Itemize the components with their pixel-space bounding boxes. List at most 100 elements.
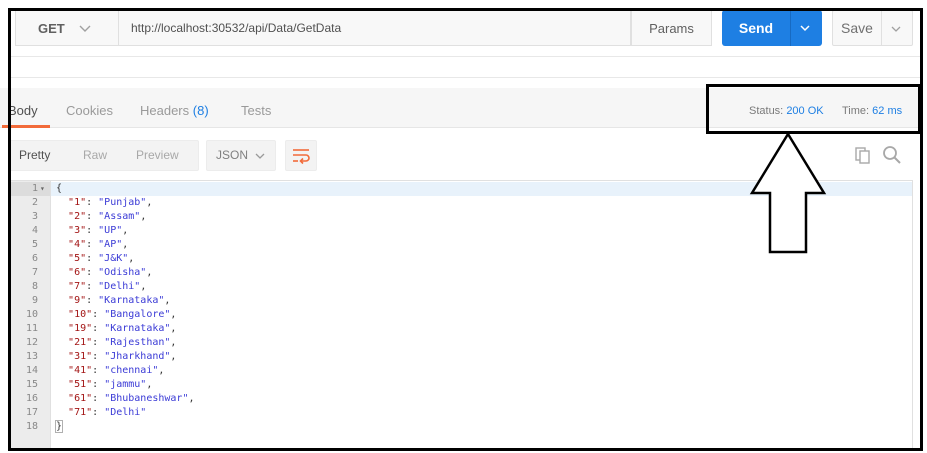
code-line: 8 "7": "Delhi", bbox=[11, 280, 911, 294]
json-key: "21" bbox=[68, 337, 93, 348]
json-value: "Karnataka" bbox=[104, 323, 171, 334]
preview-button[interactable]: Preview bbox=[136, 141, 179, 170]
status-value[interactable]: 200 OK bbox=[786, 105, 823, 117]
json-key: "5" bbox=[68, 253, 87, 264]
colon: : bbox=[86, 211, 99, 222]
comma: , bbox=[128, 253, 135, 264]
comma: , bbox=[170, 337, 177, 348]
comma: , bbox=[170, 351, 177, 362]
tab-cookies-label: Cookies bbox=[66, 103, 113, 118]
colon: : bbox=[86, 295, 99, 306]
comma: , bbox=[140, 211, 147, 222]
code-line: 15 "51": "jammu", bbox=[11, 378, 911, 392]
line-number: 7 bbox=[31, 267, 38, 278]
colon: : bbox=[92, 323, 105, 334]
code-text: "71": "Delhi" bbox=[56, 406, 146, 420]
json-key: "10" bbox=[68, 309, 93, 320]
search-icon[interactable] bbox=[882, 145, 902, 165]
params-button[interactable]: Params bbox=[631, 10, 712, 46]
method-select[interactable]: GET bbox=[15, 10, 119, 46]
json-value: "Karnataka" bbox=[98, 295, 165, 306]
tab-tests[interactable]: Tests bbox=[241, 88, 271, 128]
close-brace: } bbox=[54, 420, 64, 433]
json-key: "51" bbox=[68, 379, 93, 390]
chevron-down-icon[interactable] bbox=[799, 22, 811, 34]
code-text: "1": "Punjab", bbox=[56, 196, 152, 210]
line-number: 11 bbox=[25, 323, 38, 334]
comma: , bbox=[188, 393, 195, 404]
comma: , bbox=[146, 379, 153, 390]
comma: , bbox=[170, 309, 177, 320]
comma: , bbox=[158, 365, 165, 376]
raw-button[interactable]: Raw bbox=[83, 141, 107, 170]
json-key: "19" bbox=[68, 323, 93, 334]
json-value: "chennai" bbox=[104, 365, 159, 376]
pretty-button[interactable]: Pretty bbox=[19, 141, 50, 170]
chevron-down-icon[interactable] bbox=[890, 23, 902, 35]
fold-caret-icon[interactable]: ▾ bbox=[40, 182, 45, 196]
code-line: 11 "19": "Karnataka", bbox=[11, 322, 911, 336]
code-text: "41": "chennai", bbox=[56, 364, 164, 378]
language-label: JSON bbox=[216, 148, 249, 162]
line-number: 4 bbox=[31, 225, 38, 236]
json-value: "jammu" bbox=[104, 379, 147, 390]
line-number: 5 bbox=[31, 239, 38, 250]
code-text: "9": "Karnataka", bbox=[56, 294, 170, 308]
code-text: "5": "J&K", bbox=[56, 252, 134, 266]
json-key: "71" bbox=[68, 407, 93, 418]
time-readout: Time: 62 ms bbox=[842, 105, 902, 117]
json-key: "4" bbox=[68, 239, 87, 250]
json-value: "Assam" bbox=[98, 211, 141, 222]
colon: : bbox=[92, 393, 105, 404]
line-number: 9 bbox=[31, 295, 38, 306]
up-arrow-icon bbox=[749, 131, 827, 254]
json-key: "9" bbox=[68, 295, 87, 306]
comma: , bbox=[164, 295, 171, 306]
colon: : bbox=[86, 267, 99, 278]
code-text: "4": "AP", bbox=[56, 238, 128, 252]
divider bbox=[11, 77, 920, 78]
url-input[interactable]: http://localhost:30532/api/Data/GetData bbox=[119, 10, 631, 46]
copy-icon[interactable] bbox=[854, 146, 872, 164]
chevron-down-icon bbox=[79, 25, 91, 32]
json-value: "Bhubaneshwar" bbox=[104, 393, 189, 404]
json-key: "2" bbox=[68, 211, 87, 222]
json-key: "6" bbox=[68, 267, 87, 278]
code-line: 10 "10": "Bangalore", bbox=[11, 308, 911, 322]
code-text: } bbox=[54, 420, 64, 434]
json-value: "Delhi" bbox=[98, 281, 141, 292]
json-key: "7" bbox=[68, 281, 87, 292]
line-number: 16 bbox=[25, 393, 38, 404]
colon: : bbox=[86, 197, 99, 208]
code-text: "7": "Delhi", bbox=[56, 280, 146, 294]
send-button[interactable]: Send bbox=[722, 10, 822, 46]
code-text: { bbox=[56, 182, 62, 196]
tab-headers[interactable]: Headers (8) bbox=[140, 88, 209, 128]
line-number: 15 bbox=[25, 379, 38, 390]
language-select[interactable]: JSON bbox=[206, 140, 276, 171]
params-label: Params bbox=[649, 20, 694, 36]
time-value[interactable]: 62 ms bbox=[872, 105, 902, 117]
line-number: 2 bbox=[31, 197, 38, 208]
code-text: "3": "UP", bbox=[56, 224, 128, 238]
wrap-lines-button[interactable] bbox=[285, 140, 317, 171]
code-line: 7 "6": "Odisha", bbox=[11, 266, 911, 280]
json-value: "J&K" bbox=[98, 253, 129, 264]
code-text: "51": "jammu", bbox=[56, 378, 152, 392]
tab-headers-label: Headers bbox=[140, 103, 190, 118]
colon: : bbox=[92, 351, 105, 362]
tab-cookies[interactable]: Cookies bbox=[66, 88, 113, 128]
headers-count-badge: (8) bbox=[192, 103, 209, 118]
json-key: "3" bbox=[68, 225, 87, 236]
json-key: "61" bbox=[68, 393, 93, 404]
colon: : bbox=[86, 253, 99, 264]
save-button[interactable]: Save bbox=[832, 10, 913, 46]
colon: : bbox=[86, 281, 99, 292]
comma: , bbox=[122, 239, 129, 250]
tab-body[interactable]: Body bbox=[2, 88, 50, 128]
